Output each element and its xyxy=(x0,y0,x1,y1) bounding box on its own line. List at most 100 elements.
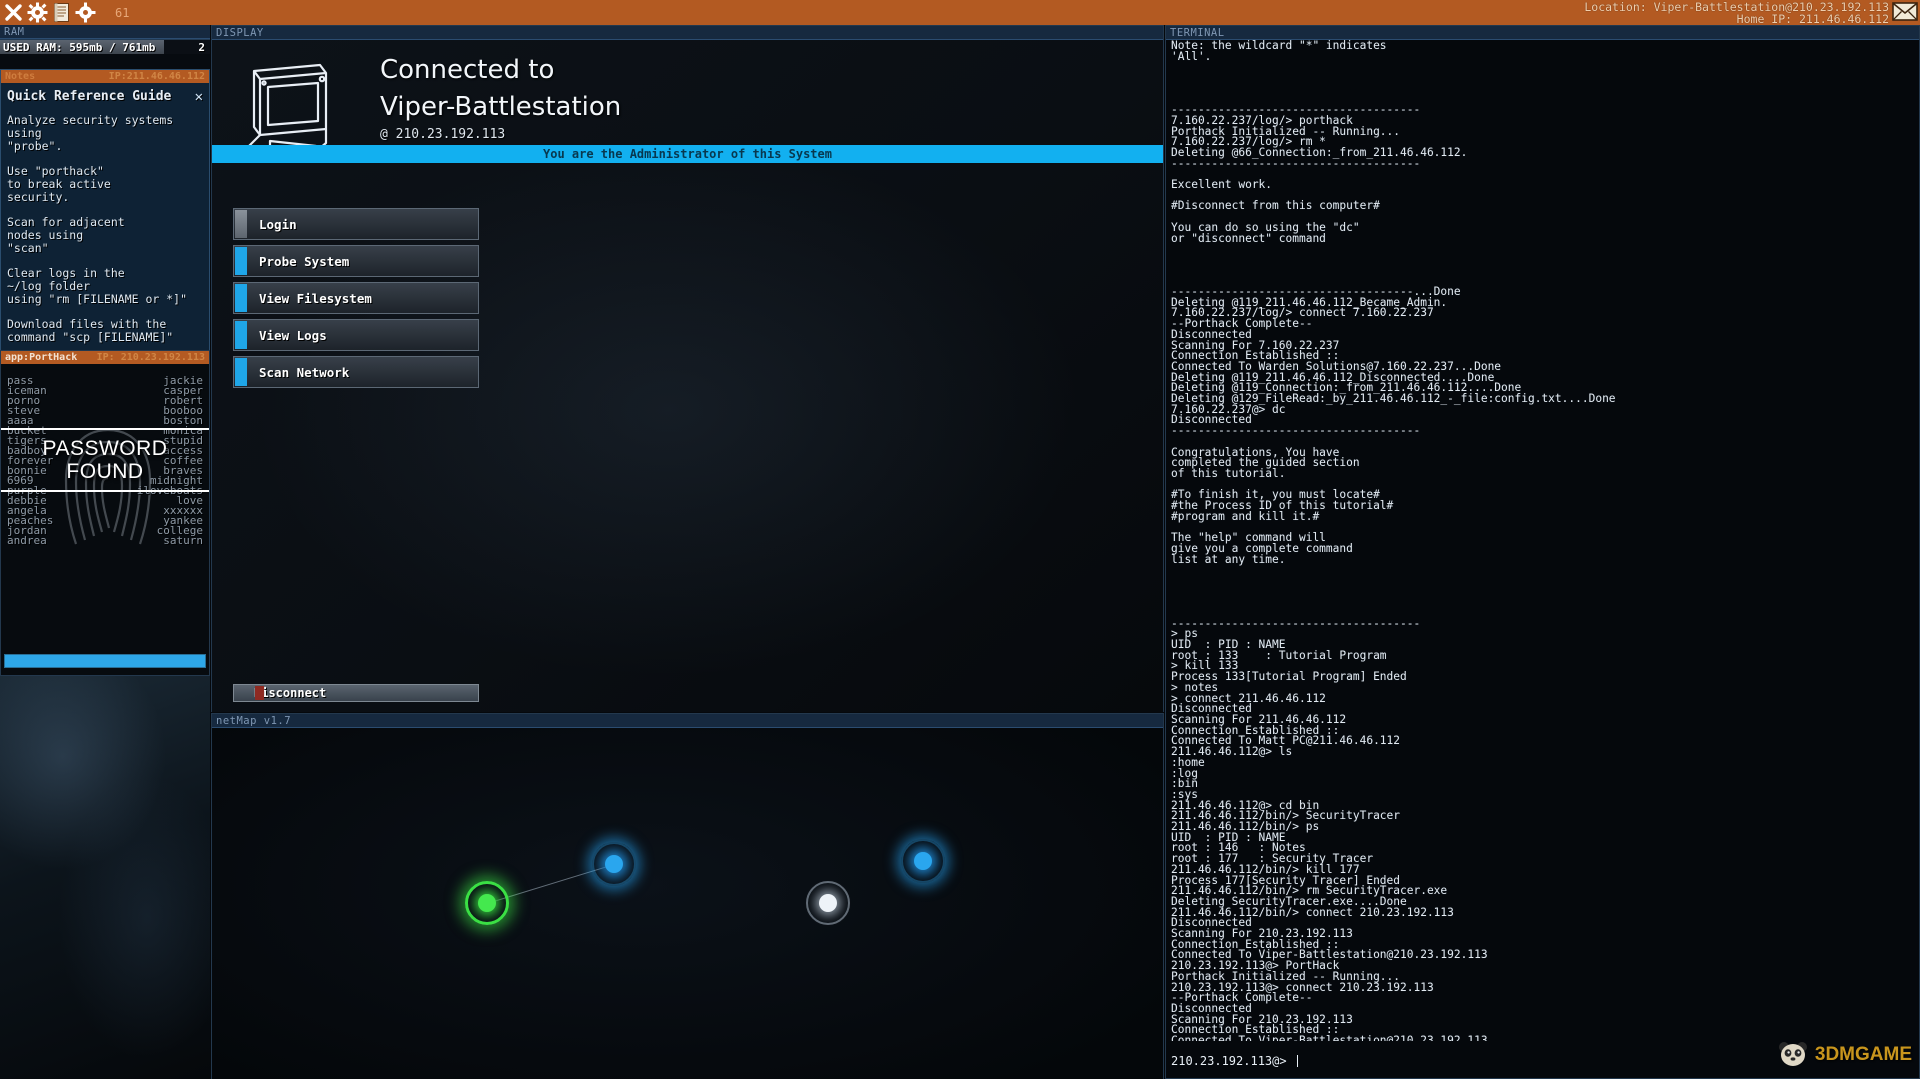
menu-button-label: Login xyxy=(259,216,297,232)
terminal-line: Process 133[Tutorial Program] Ended xyxy=(1171,670,1407,684)
top-bar-status: Location: Viper-Battlestation@210.23.192… xyxy=(1584,0,1920,25)
porthack-window-title: app:PortHack xyxy=(5,352,78,363)
node-core xyxy=(914,852,932,870)
netmap-body[interactable] xyxy=(212,728,1163,1079)
porthack-window-header[interactable]: app:PortHack IP: 210.23.192.113 xyxy=(1,351,209,364)
note-paragraph: Download files with the command "scp [FI… xyxy=(7,317,174,344)
terminal-line: --Porthack Complete-- xyxy=(1171,991,1313,1005)
terminal-prompt-text: 210.23.192.113@> xyxy=(1171,1054,1287,1068)
menu-button-view-logs[interactable]: View Logs xyxy=(233,319,479,351)
top-bar-icon-group: 61 xyxy=(0,2,129,23)
porthack-progress-bar xyxy=(4,654,206,668)
host-ip: @ 210.23.192.113 xyxy=(380,127,506,142)
terminal-panel: TERMINAL Note: the wildcard "*" indicate… xyxy=(1165,25,1920,1079)
menu-button-accent xyxy=(235,284,247,312)
terminal-line: Excellent work. xyxy=(1171,178,1273,192)
node-white[interactable] xyxy=(806,881,850,925)
note-paragraph: Clear logs in the ~/log folder using "rm… xyxy=(7,266,188,306)
terminal-prompt[interactable]: 210.23.192.113@> xyxy=(1171,1054,1298,1068)
porthack-window-ip: IP: 210.23.192.113 xyxy=(96,352,205,363)
display-menu-list: Login Probe System View Filesystem View Log… xyxy=(233,208,479,393)
porthack-progress-fill xyxy=(5,655,205,667)
password-entry: saturn xyxy=(163,534,203,547)
node-core xyxy=(478,894,496,912)
terminal-line: :home xyxy=(1171,755,1205,769)
settings-gear-icon[interactable] xyxy=(75,2,96,23)
disconnect-button[interactable]: Disconnect xyxy=(233,684,479,702)
notes-heading: Quick Reference Guide xyxy=(7,89,172,104)
menu-button-scan-network[interactable]: Scan Network xyxy=(233,356,479,388)
note-paragraph: Scan for adjacent nodes using "scan" xyxy=(7,215,125,255)
display-body: Connected to Viper-Battlestation @ 210.2… xyxy=(212,40,1163,712)
terminal-line: of this tutorial. xyxy=(1171,466,1286,480)
porthack-window[interactable]: app:PortHack IP: 210.23.192.113 pass ice… xyxy=(0,350,210,676)
close-icon[interactable] xyxy=(3,2,24,23)
menu-button-accent xyxy=(235,321,247,349)
ram-panel: RAM USED RAM: 595mb / 761mb 2 xyxy=(0,25,210,54)
password-entry: andrea xyxy=(7,534,47,547)
top-bar-counter: 61 xyxy=(115,5,130,20)
menu-button-accent xyxy=(235,358,247,386)
terminal-panel-title: TERMINAL xyxy=(1166,26,1919,40)
terminal-line: 'All'. xyxy=(1171,49,1212,63)
disconnect-label: Disconnect xyxy=(254,686,327,700)
display-panel-title: DISPLAY xyxy=(212,26,1163,40)
node-core xyxy=(819,894,837,912)
terminal-line: #program and kill it.# xyxy=(1171,509,1320,523)
menu-button-accent xyxy=(235,210,247,238)
menu-button-label: Scan Network xyxy=(259,364,350,380)
note-paragraph: Analyze security systems using "probe". xyxy=(7,113,174,153)
terminal-line: Connected To Viper-Battlestation@210.23.… xyxy=(1171,1034,1488,1041)
ram-usage-bar: USED RAM: 595mb / 761mb 2 xyxy=(0,39,210,54)
gear-icon[interactable] xyxy=(27,2,48,23)
menu-button-login[interactable]: Login xyxy=(233,208,479,240)
node-blue-2[interactable] xyxy=(901,839,945,883)
document-icon[interactable] xyxy=(51,2,72,23)
terminal-line: root : 133 : Tutorial Program xyxy=(1171,648,1387,662)
menu-button-label: View Filesystem xyxy=(259,290,372,306)
terminal-line: --Porthack Complete-- xyxy=(1171,317,1313,331)
password-found-line1: PASSWORD xyxy=(42,437,168,460)
terminal-line: :log xyxy=(1171,766,1198,780)
notes-window-title: Notes xyxy=(5,71,36,82)
display-title-block: Connected to Viper-Battlestation @ 210.2… xyxy=(380,52,621,160)
terminal-line: 7.160.22.237@> dc xyxy=(1171,402,1286,416)
terminal-output: Note: the wildcard "*" indicates 'All'. -… xyxy=(1166,40,1919,1041)
terminal-line: 211.46.46.112/bin/> connect 210.23.192.1… xyxy=(1171,905,1454,919)
terminal-line: ------------------------------------- xyxy=(1171,616,1421,630)
connected-label: Connected to xyxy=(380,55,555,85)
node-blue-1[interactable] xyxy=(592,842,636,886)
left-column: RAM USED RAM: 595mb / 761mb 2 Notes IP:2… xyxy=(0,25,210,1079)
ram-process-count: 2 xyxy=(198,41,205,54)
menu-button-label: Probe System xyxy=(259,253,350,269)
hacknet-game-window: 61 Location: Viper-Battlestation@210.23.… xyxy=(0,0,1920,1079)
envelope-icon[interactable] xyxy=(1892,1,1918,22)
host-name: Viper-Battlestation xyxy=(380,92,622,122)
menu-button-view-filesystem[interactable]: View Filesystem xyxy=(233,282,479,314)
close-icon[interactable]: ✕ xyxy=(195,89,203,105)
notes-window-header[interactable]: Notes IP:211.46.46.112 xyxy=(1,70,209,83)
terminal-line: Note: the wildcard "*" indicates xyxy=(1171,40,1387,52)
notes-body: Quick Reference Guide ✕ Analyze security… xyxy=(1,83,209,345)
menu-button-accent xyxy=(235,247,247,275)
terminal-line: 211.46.46.112@> ls xyxy=(1171,745,1293,759)
note-paragraph: Use "porthack" to break active security. xyxy=(7,164,111,204)
node-green[interactable] xyxy=(465,881,509,925)
ram-usage-label: USED RAM: 595mb / 761mb xyxy=(3,41,156,54)
menu-button-probe-system[interactable]: Probe System xyxy=(233,245,479,277)
terminal-line: ------------------------------------- xyxy=(1171,156,1421,170)
background-photo-panel xyxy=(0,676,210,1079)
home-ip-label: Home IP: 211.46.46.112 xyxy=(1736,12,1889,26)
terminal-caret xyxy=(1296,1055,1298,1067)
terminal-line: list at any time. xyxy=(1171,552,1286,566)
porthack-body: pass iceman porno steve aaaa bucket tigers badb… xyxy=(1,364,209,675)
display-panel: DISPLAY Connected to Viper-Battlestation… xyxy=(211,25,1164,712)
